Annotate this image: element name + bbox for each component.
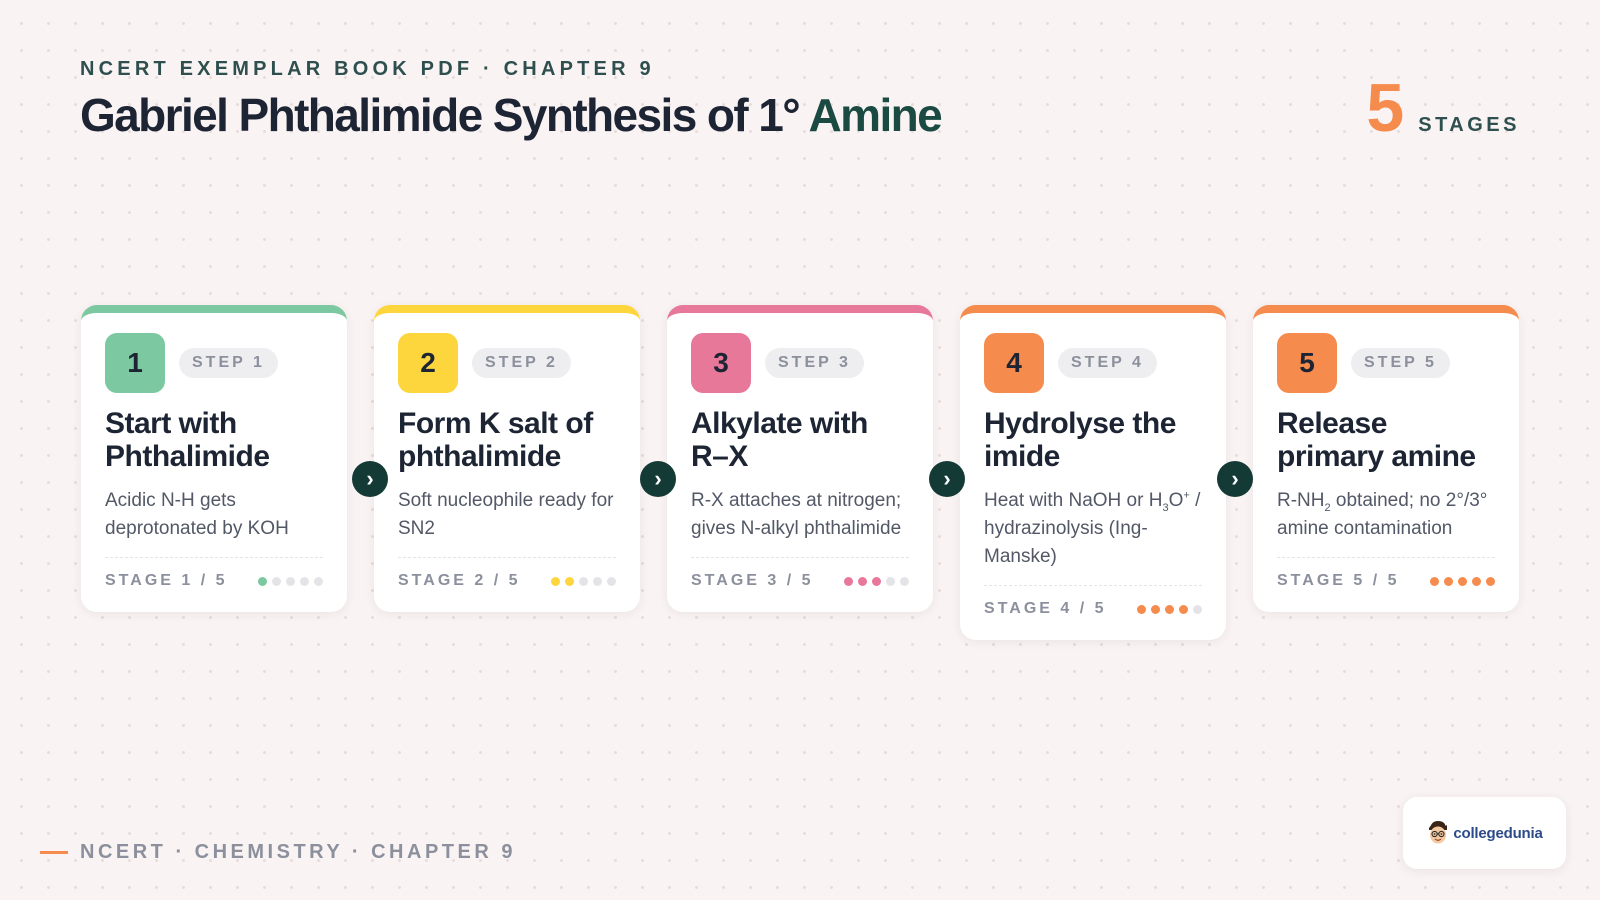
- progress-dot: [300, 576, 309, 586]
- step-title: Form K salt of phthalimide: [398, 407, 593, 473]
- progress-dot: [1151, 604, 1160, 614]
- step-description: Acidic N-H gets deprotonated by KOH: [105, 490, 289, 539]
- step-card-4: 4 STEP 4 Hydrolyse the imide Heat with N…: [960, 305, 1226, 640]
- step-description: R-NH2 obtained; no 2°/3° amine contamina…: [1277, 490, 1488, 539]
- chevron-right-icon: ›: [929, 461, 965, 497]
- progress-dot: [1137, 604, 1146, 614]
- brand-logo[interactable]: collegedunia: [1403, 797, 1566, 869]
- progress-dots: [1430, 576, 1495, 586]
- step-footer: STAGE 2 / 5: [398, 557, 616, 590]
- title-accent: Amine: [808, 89, 943, 141]
- progress-dot: [593, 576, 602, 586]
- page-title: Gabriel Phthalimide Synthesis of 1° Amin…: [80, 88, 943, 142]
- step-card-5: 5 STEP 5 Release primary amine R-NH2 obt…: [1253, 305, 1519, 612]
- step-number-tile: 2: [398, 333, 458, 393]
- footer-label: NCERT · CHEMISTRY · CHAPTER 9: [80, 841, 516, 863]
- step-number-tile: 3: [691, 333, 751, 393]
- stage-count: 5 STAGES: [1366, 74, 1520, 142]
- chevron-right-icon: ›: [1217, 461, 1253, 497]
- step-badge: STEP 4: [1058, 348, 1157, 378]
- progress-dot: [579, 576, 588, 586]
- progress-dot: [272, 576, 281, 586]
- step-title: Release primary amine: [1277, 407, 1476, 473]
- progress-dot: [900, 576, 909, 586]
- progress-dot: [565, 576, 574, 586]
- progress-dot: [551, 576, 560, 586]
- progress-dots: [844, 576, 909, 586]
- step-number-tile: 4: [984, 333, 1044, 393]
- step-card-2: 2 STEP 2 Form K salt of phthalimide Soft…: [374, 305, 640, 612]
- step-footer: STAGE 3 / 5: [691, 557, 909, 590]
- chevron-right-icon: ›: [352, 461, 388, 497]
- eyebrow-label: NCERT EXEMPLAR BOOK PDF · CHAPTER 9: [80, 58, 655, 80]
- step-title: Alkylate with R–X: [691, 407, 868, 473]
- chevron-right-icon: ›: [640, 461, 676, 497]
- progress-dot: [1179, 604, 1188, 614]
- progress-dots: [258, 576, 323, 586]
- progress-dot: [1458, 576, 1467, 586]
- stage-indicator: STAGE 3 / 5: [691, 572, 814, 589]
- stage-count-label: STAGES: [1418, 114, 1520, 136]
- step-card-3: 3 STEP 3 Alkylate with R–X R-X attaches …: [667, 305, 933, 612]
- step-description: Soft nucleophile ready for SN2: [398, 490, 614, 539]
- step-badge: STEP 1: [179, 348, 278, 378]
- step-footer: STAGE 4 / 5: [984, 585, 1202, 618]
- progress-dots: [1137, 604, 1202, 614]
- progress-dot: [1444, 576, 1453, 586]
- progress-dot: [286, 576, 295, 586]
- stage-indicator: STAGE 5 / 5: [1277, 572, 1400, 589]
- stage-count-number: 5: [1366, 70, 1405, 146]
- step-badge: STEP 3: [765, 348, 864, 378]
- step-badge: STEP 5: [1351, 348, 1450, 378]
- step-title: Hydrolyse the imide: [984, 407, 1176, 473]
- progress-dot: [1165, 604, 1174, 614]
- progress-dot: [1193, 604, 1202, 614]
- progress-dot: [258, 576, 267, 586]
- progress-dot: [1486, 576, 1495, 586]
- progress-dots: [551, 576, 616, 586]
- progress-dot: [607, 576, 616, 586]
- footer: NCERT · CHEMISTRY · CHAPTER 9: [40, 841, 516, 864]
- step-description: Heat with NaOH or H3O+ / hydrazinolysis …: [984, 489, 1201, 567]
- progress-dot: [1430, 576, 1439, 586]
- step-number-tile: 5: [1277, 333, 1337, 393]
- step-footer: STAGE 1 / 5: [105, 557, 323, 590]
- mascot-icon: [1429, 821, 1448, 844]
- stage-indicator: STAGE 2 / 5: [398, 572, 521, 589]
- title-main: Gabriel Phthalimide Synthesis of 1°: [80, 89, 801, 141]
- stage-indicator: STAGE 1 / 5: [105, 572, 228, 589]
- progress-dot: [858, 576, 867, 586]
- footer-accent-line: [40, 851, 68, 854]
- progress-dot: [872, 576, 881, 586]
- step-title: Start with Phthalimide: [105, 407, 270, 473]
- brand-wordmark: collegedunia: [1453, 824, 1543, 842]
- step-description: R-X attaches at nitrogen; gives N-alkyl …: [691, 490, 902, 539]
- progress-dot: [1472, 576, 1481, 586]
- step-footer: STAGE 5 / 5: [1277, 557, 1495, 590]
- step-card-1: 1 STEP 1 Start with Phthalimide Acidic N…: [81, 305, 347, 612]
- progress-dot: [314, 576, 323, 586]
- steps-row: 1 STEP 1 Start with Phthalimide Acidic N…: [81, 305, 1519, 640]
- progress-dot: [886, 576, 895, 586]
- step-badge: STEP 2: [472, 348, 571, 378]
- stage-indicator: STAGE 4 / 5: [984, 600, 1107, 617]
- progress-dot: [844, 576, 853, 586]
- step-number-tile: 1: [105, 333, 165, 393]
